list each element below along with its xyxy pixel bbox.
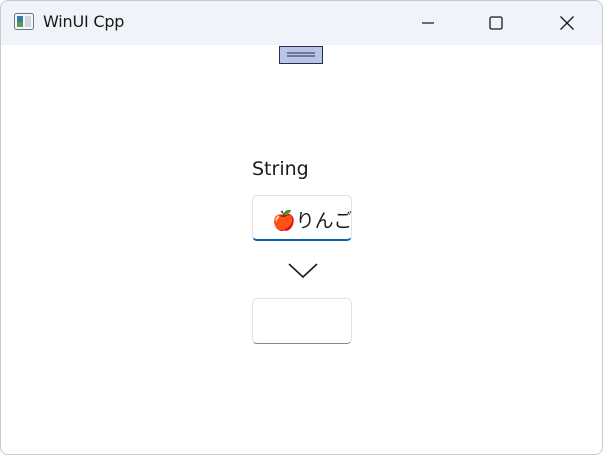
close-button[interactable] [532, 1, 602, 45]
minimize-icon [422, 22, 434, 24]
apple-emoji-icon: 🍎 [272, 210, 296, 232]
minimize-button[interactable] [393, 1, 463, 45]
string-input[interactable]: 🍎りんご [252, 195, 352, 241]
string-label: String [252, 158, 309, 180]
app-window-icon [14, 13, 34, 30]
output-textbox[interactable] [252, 298, 352, 344]
close-icon [560, 16, 574, 30]
chevron-down-icon [288, 263, 318, 279]
app-window: WinUI Cpp String 🍎りんご [0, 0, 603, 455]
maximize-button[interactable] [461, 1, 531, 45]
title-bar[interactable]: WinUI Cpp [1, 1, 602, 45]
window-title: WinUI Cpp [43, 12, 125, 31]
string-input-text: りんご [295, 210, 352, 232]
maximize-icon [489, 16, 503, 30]
drag-handle-icon[interactable] [279, 46, 323, 64]
string-input-value: 🍎りんご [272, 206, 352, 233]
